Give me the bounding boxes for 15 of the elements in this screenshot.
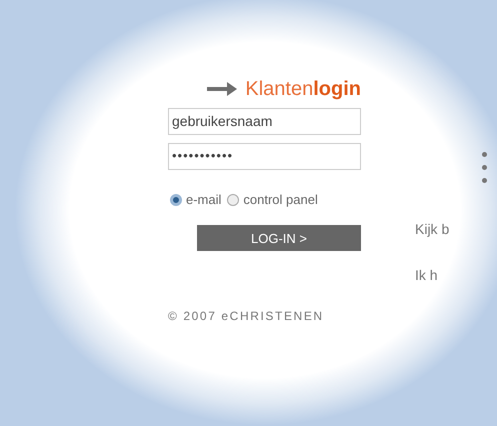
radio-label: control panel: [243, 192, 318, 207]
bullet-icon: [482, 165, 487, 170]
bullet-icon: [482, 152, 487, 157]
radio-button[interactable]: [170, 194, 182, 206]
login-button[interactable]: LOG-IN >: [197, 225, 361, 251]
username-field[interactable]: gebruikersnaam: [168, 108, 361, 135]
radio-label: e-mail: [186, 192, 222, 207]
bullet-icon: [482, 178, 487, 183]
body-text: Ik h: [415, 267, 439, 283]
copyright-text: © 2007 eCHRISTENEN: [168, 309, 325, 323]
arrow-icon: [207, 81, 238, 97]
login-title: Klantenlogin: [245, 78, 361, 100]
password-field[interactable]: •••••••••••: [168, 143, 361, 170]
radio-button[interactable]: [227, 194, 240, 206]
body-text: Kijk b: [415, 221, 450, 237]
